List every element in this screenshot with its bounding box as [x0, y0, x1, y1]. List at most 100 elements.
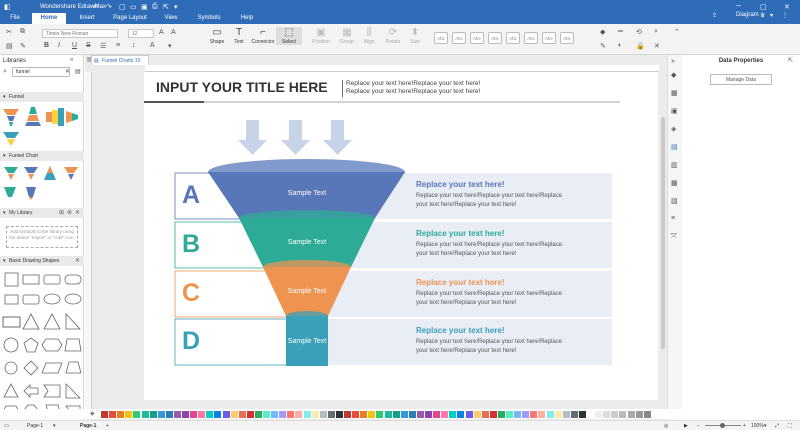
add-icon[interactable]: ⊕	[67, 208, 72, 218]
right-triangle-shape[interactable]	[65, 312, 81, 330]
font-shrink-icon[interactable]: A	[171, 29, 176, 36]
section-basic-drawing-shapes[interactable]: ▾ Basic Drawing Shapes ✕	[0, 256, 84, 266]
menu-tab-home[interactable]: Home	[32, 13, 66, 24]
table-panel-icon[interactable]: ▦	[671, 179, 678, 187]
funnel-segment-d-text[interactable]: Sample Text	[267, 338, 347, 345]
palette-swatch[interactable]	[481, 411, 489, 418]
palette-swatch[interactable]	[408, 411, 416, 418]
circle-shape[interactable]	[3, 337, 19, 353]
clear-search-icon[interactable]: ✕	[65, 68, 70, 75]
palette-swatch[interactable]	[157, 411, 165, 418]
zoom-level[interactable]: 100%	[751, 421, 764, 430]
ellipse-shape[interactable]	[43, 293, 61, 305]
font-color-icon[interactable]: A	[150, 42, 155, 49]
palette-swatch[interactable]	[271, 411, 279, 418]
document-tab[interactable]: Funnel Charts 10 ▤	[91, 55, 149, 65]
vertical-scrollbar[interactable]	[661, 117, 665, 349]
palette-swatch[interactable]	[198, 411, 206, 418]
palette-swatch[interactable]	[263, 411, 270, 418]
more-icon[interactable]: ⋮	[782, 12, 788, 19]
menu-tab-symbols[interactable]: Symbols	[190, 13, 228, 24]
menu-tab-view[interactable]: View	[154, 13, 188, 24]
style-swatch-5[interactable]: Abc	[506, 32, 520, 44]
font-size-select[interactable]: 12	[128, 29, 154, 38]
minimize-icon[interactable]: ─	[736, 3, 741, 10]
fullscreen-icon[interactable]: ⛶	[788, 421, 792, 430]
lock-icon[interactable]: 🔒	[636, 42, 645, 50]
circle-shape-2[interactable]	[4, 361, 18, 375]
align-text-icon[interactable]: ≡	[116, 42, 120, 49]
palette-swatch[interactable]	[506, 411, 513, 418]
cut-icon[interactable]: ✂	[6, 28, 12, 36]
palette-swatch[interactable]	[392, 411, 400, 418]
palette-swatch[interactable]	[238, 411, 246, 418]
palette-swatch[interactable]	[117, 411, 125, 418]
diamond-shape[interactable]	[23, 360, 39, 376]
row-d-body[interactable]: Replace your text here!Replace your text…	[416, 338, 576, 356]
paste-icon[interactable]: ▤	[6, 42, 13, 50]
line-style-icon[interactable]: ═	[618, 28, 623, 35]
menu-tab-file[interactable]: File	[0, 13, 30, 24]
funnel-shape-4[interactable]	[66, 111, 78, 123]
section-my-library[interactable]: ▾ My Library ⊞ ⊕ ✕	[0, 208, 84, 218]
palette-swatch[interactable]	[133, 411, 141, 418]
font-grow-icon[interactable]: A	[159, 29, 164, 36]
palette-swatch[interactable]	[246, 411, 254, 418]
palette-swatch[interactable]	[335, 411, 343, 418]
row-a-letter[interactable]: A	[182, 181, 200, 210]
triangle-shape-3[interactable]	[3, 383, 19, 398]
menu-tab-page-layout[interactable]: Page Layout	[108, 13, 152, 24]
manage-data-button[interactable]: Manage Data	[710, 74, 772, 85]
palette-swatch[interactable]	[416, 411, 424, 418]
funnel-segment-c-text[interactable]: Sample Text	[267, 288, 347, 295]
library-menu-icon[interactable]: ▤	[75, 68, 81, 75]
funnel-shape-3[interactable]	[46, 108, 64, 126]
replace-shape-icon[interactable]: ⟲	[636, 28, 642, 36]
fill-icon[interactable]: ◆	[600, 28, 605, 36]
palette-swatch[interactable]	[109, 411, 117, 418]
zoom-chevron-icon[interactable]: ▾	[764, 421, 767, 430]
palette-swatch[interactable]	[497, 411, 505, 418]
print-icon[interactable]: ⎙	[152, 3, 158, 11]
pentagon-shape[interactable]	[23, 337, 39, 353]
redo-icon[interactable]: ↷	[106, 3, 112, 11]
export-icon[interactable]: ⇱	[163, 3, 169, 11]
chevron-shape[interactable]	[43, 384, 61, 398]
right-triangle-shape-2[interactable]	[65, 383, 81, 399]
palette-swatch[interactable]	[352, 411, 360, 418]
focus-icon[interactable]: ◎	[664, 421, 668, 430]
funnel-shape-2[interactable]	[25, 107, 41, 126]
fit-page-icon[interactable]: ⤢	[775, 421, 779, 430]
add-page-icon[interactable]: +	[106, 421, 109, 430]
expand-panel-icon[interactable]: »	[671, 58, 675, 65]
arrow-shape[interactable]	[23, 384, 39, 398]
palette-swatch[interactable]	[376, 411, 384, 418]
copy-icon[interactable]: ⧉	[20, 28, 25, 36]
palette-swatch[interactable]	[635, 411, 643, 418]
collapse-sidebar-icon[interactable]: «	[70, 57, 73, 63]
row-a-body[interactable]: Replace your text here!Replace your text…	[416, 192, 576, 210]
rectangle-shape[interactable]	[22, 274, 40, 285]
palette-swatch[interactable]	[287, 411, 295, 418]
row-a-heading[interactable]: Replace your text here!	[416, 180, 504, 189]
maximize-icon[interactable]: ▢	[760, 3, 767, 11]
funnel-chart-shape-3[interactable]	[44, 166, 56, 180]
palette-swatch[interactable]	[230, 411, 238, 418]
connector-tool-button[interactable]: ⌐ Connector	[250, 27, 276, 45]
palette-swatch[interactable]	[254, 411, 262, 418]
palette-swatch[interactable]	[214, 411, 222, 418]
undo-icon[interactable]: ↶	[93, 3, 99, 11]
palette-fill-icon[interactable]: ◈	[90, 410, 95, 417]
funnel-shape-1[interactable]	[3, 109, 19, 126]
palette-swatch[interactable]	[530, 411, 538, 418]
palette-swatch[interactable]	[190, 411, 198, 418]
library-search-input[interactable]: funnel	[12, 67, 70, 77]
funnel-chart-shape-1[interactable]	[4, 167, 18, 180]
layers-panel-icon[interactable]: ◈	[671, 125, 676, 133]
style-swatch-7[interactable]: Abc	[542, 32, 556, 44]
palette-swatch[interactable]	[546, 411, 554, 418]
funnel-chart-shape-4[interactable]	[64, 167, 78, 180]
font-name-select[interactable]: Times New Roman	[42, 29, 118, 38]
palette-swatch[interactable]	[141, 411, 149, 418]
style-swatch-6[interactable]: Abc	[524, 32, 538, 44]
